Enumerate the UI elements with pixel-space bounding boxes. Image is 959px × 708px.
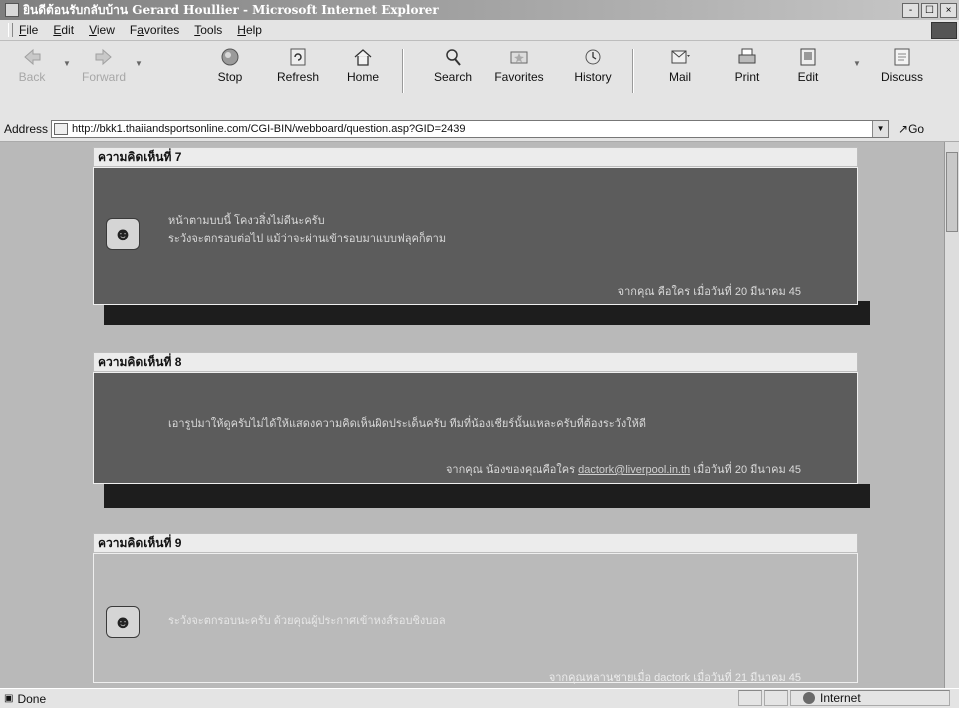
address-input[interactable]: http://bkk1.thaiiandsportsonline.com/CGI… [51, 120, 890, 138]
status-text: Done [17, 691, 47, 706]
close-button[interactable]: × [940, 2, 957, 18]
menu-view[interactable]: View [89, 23, 115, 37]
garfield-avatar-icon: ☻ [106, 606, 140, 638]
window-title: ยินดีต้อนรับกลับบ้าน Gerard Houllier - M… [23, 2, 439, 17]
security-zone: Internet [803, 691, 861, 705]
address-bar: Address http://bkk1.thaiiandsportsonline… [0, 117, 959, 142]
scrollbar-thumb[interactable] [946, 152, 958, 232]
menu-tools[interactable]: Tools [194, 23, 222, 37]
mail-label: Mail [668, 70, 691, 84]
status-panel [738, 690, 762, 706]
comment-body: เอารูปมาให้ดูครับไม่ได้ให้แสดงความคิดเห็… [93, 372, 858, 484]
edit-dropdown-icon[interactable]: ▼ [853, 59, 861, 68]
comment-header: ความคิดเห็นที่ 9 [93, 533, 858, 553]
printer-icon [738, 48, 756, 64]
home-label: Home [346, 70, 379, 84]
ie-icon [5, 3, 19, 17]
title-bar: ยินดีต้อนรับกลับบ้าน Gerard Houllier - M… [0, 0, 959, 20]
toolbar-grip[interactable] [8, 23, 13, 37]
back-arrow-icon [24, 48, 41, 66]
forward-dropdown-icon[interactable]: ▼ [135, 59, 143, 68]
back-label: Back [18, 70, 46, 84]
address-url[interactable]: http://bkk1.thaiiandsportsonline.com/CGI… [72, 123, 465, 135]
print-button[interactable]: Print [719, 47, 775, 84]
history-label: History [574, 70, 612, 84]
toolbar-separator [632, 49, 634, 93]
comment-body: ☻ ระวังจะตกรอบนะครับ ด้วยคุณผู้ประกาศเข้… [93, 553, 858, 684]
comment-text: เอารูปมาให้ดูครับไม่ได้ให้แสดงความคิดเห็… [168, 418, 646, 430]
menu-favorites[interactable]: Favorites [130, 23, 179, 37]
comment-header: ความคิดเห็นที่ 8 [93, 352, 858, 372]
menu-file[interactable]: File [19, 23, 38, 37]
address-label: Address [4, 122, 49, 136]
mail-button[interactable]: Mail [652, 47, 708, 84]
favorites-icon [510, 51, 528, 64]
home-button[interactable]: Home [335, 47, 391, 84]
search-button[interactable]: Search [425, 47, 481, 84]
comment-text: หน้าตามบบนี้ โคงวสิ่งไม่ดีนะครับ ระวังจะ… [168, 215, 447, 245]
refresh-icon [290, 48, 306, 66]
edit-button[interactable]: Edit [780, 47, 836, 84]
comment-body: ☻ หน้าตามบบนี้ โคงวสิ่งไม่ดีนะครับ ระวัง… [93, 167, 858, 305]
home-icon [354, 49, 372, 66]
search-label: Search [433, 70, 473, 84]
mail-icon [671, 50, 690, 64]
comment-text: ระวังจะตกรอบนะครับ ด้วยคุณผู้ประกาศเข้าห… [168, 615, 446, 627]
vertical-scrollbar[interactable] [944, 142, 959, 688]
edit-page-icon [800, 48, 816, 66]
back-dropdown-icon[interactable]: ▼ [63, 59, 71, 68]
go-button[interactable]: ↗Go [898, 122, 924, 136]
edit-label: Edit [797, 70, 819, 84]
discuss-button[interactable]: Discuss [874, 47, 930, 84]
maximize-button[interactable]: ☐ [921, 2, 938, 18]
refresh-button[interactable]: Refresh [270, 47, 326, 84]
comment-signature: จากคุณหลานชายเมื่อ dactork เมื่อวันที่ 2… [548, 672, 801, 684]
favorites-button[interactable]: Favorites [491, 47, 547, 84]
discuss-label: Discuss [880, 70, 923, 84]
refresh-label: Refresh [276, 70, 320, 84]
back-button[interactable]: Back [4, 47, 60, 84]
standard-toolbar: Back ▼ Forward ▼ Stop Refresh Home Searc… [0, 41, 959, 118]
comment-signature: จากคุณ คือใคร เมื่อวันที่ 20 มีนาคม 45 [617, 286, 801, 298]
forward-arrow-icon [95, 48, 112, 66]
print-label: Print [734, 70, 760, 84]
forward-label: Forward [81, 70, 126, 84]
comment-7: ความคิดเห็นที่ 7 ☻ หน้าตามบบนี้ โคงวสิ่ง… [93, 147, 858, 305]
windows-logo-icon [931, 22, 957, 39]
status-panel [764, 690, 788, 706]
stop-label: Stop [217, 70, 243, 84]
discuss-icon [894, 48, 910, 66]
globe-icon [803, 692, 815, 704]
stop-icon [221, 48, 239, 66]
menu-bar: File Edit View Favorites Tools Help [0, 20, 959, 41]
comment-9: ความคิดเห็นที่ 9 ☻ ระวังจะตกรอบนะครับ ด้… [93, 533, 858, 684]
page-content: ความคิดเห็นที่ 7 ☻ หน้าตามบบนี้ โคงวสิ่ง… [0, 142, 944, 688]
email-link[interactable]: dactork@liverpool.in.th [578, 464, 690, 476]
history-icon [585, 49, 601, 65]
address-dropdown-icon[interactable]: ▼ [872, 121, 889, 137]
stop-button[interactable]: Stop [202, 47, 258, 84]
menu-edit[interactable]: Edit [53, 23, 74, 37]
favorites-label: Favorites [494, 70, 544, 84]
toolbar-separator [402, 49, 404, 93]
minimize-button[interactable]: - [902, 2, 919, 18]
page-done-icon: ▣ [4, 693, 14, 704]
garfield-avatar-icon: ☻ [106, 218, 140, 250]
history-button[interactable]: History [565, 47, 621, 84]
page-icon [54, 123, 69, 135]
comment-8: ความคิดเห็นที่ 8 เอารูปมาให้ดูครับไม่ได้… [93, 352, 858, 484]
panel-shadow [104, 484, 870, 508]
comment-header: ความคิดเห็นที่ 7 [93, 147, 858, 167]
comment-signature: จากคุณ น้องของคุณคือใคร dactork@liverpoo… [445, 464, 801, 476]
forward-button[interactable]: Forward [76, 47, 132, 84]
window-controls: - ☐ × [902, 2, 957, 18]
status-bar: ▣ Done Internet [0, 688, 959, 708]
go-arrow-icon: ↗ [898, 122, 909, 136]
search-icon [446, 49, 461, 66]
menu-help[interactable]: Help [237, 23, 262, 37]
